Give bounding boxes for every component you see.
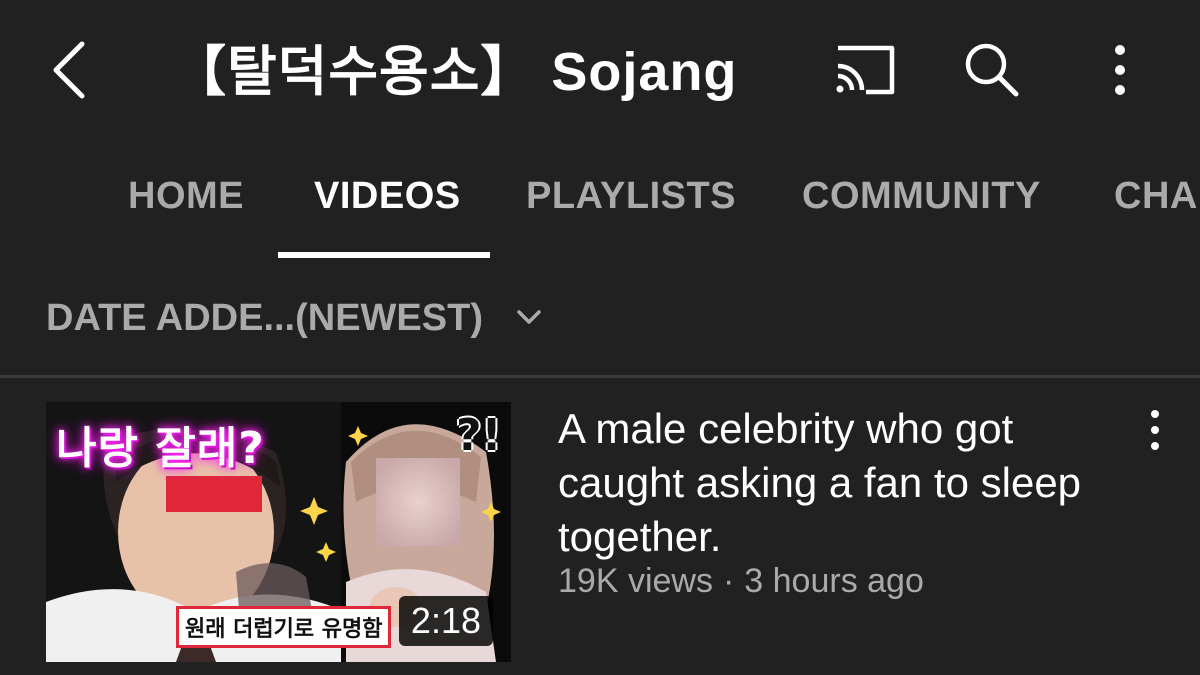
more-vert-icon <box>1115 45 1125 95</box>
active-tab-indicator <box>278 252 490 258</box>
search-icon <box>965 43 1019 97</box>
video-meta: 19K views · 3 hours ago <box>558 560 924 602</box>
cast-button[interactable] <box>828 40 902 102</box>
thumbnail-overlay-mark: ?! <box>456 410 502 461</box>
video-more-options-button[interactable] <box>1138 406 1172 454</box>
sort-label: DATE ADDE...(NEWEST) <box>46 297 483 339</box>
more-options-button[interactable] <box>1100 38 1140 102</box>
tab-home[interactable]: HOME <box>128 150 244 260</box>
cast-icon <box>836 45 895 95</box>
tab-channels[interactable]: CHANNELS <box>1114 150 1200 260</box>
video-duration: 2:18 <box>398 596 493 646</box>
meta-separator: · <box>722 562 735 600</box>
search-button[interactable] <box>958 36 1026 104</box>
sort-dropdown[interactable]: DATE ADDE...(NEWEST) <box>46 288 542 348</box>
video-title[interactable]: A male celebrity who got caught asking a… <box>558 402 1098 564</box>
divider <box>0 375 1200 378</box>
channel-title: 【탈덕수용소】 Sojang <box>172 42 738 102</box>
channel-tabs: HOME VIDEOS PLAYLISTS COMMUNITY CHANNELS <box>0 150 1200 260</box>
back-button[interactable] <box>40 32 100 108</box>
tab-playlists[interactable]: PLAYLISTS <box>526 150 736 260</box>
upload-age: 3 hours ago <box>744 562 924 600</box>
thumbnail-overlay-text: 나랑 잘래? <box>56 423 265 474</box>
more-vert-icon <box>1151 410 1159 450</box>
arrow-back-icon <box>53 41 85 99</box>
thumbnail-caption: 원래 더럽기로 유명함 <box>176 606 392 648</box>
chevron-down-icon <box>516 310 541 324</box>
view-count: 19K views <box>558 562 713 600</box>
tab-videos[interactable]: VIDEOS <box>314 150 461 260</box>
tab-community[interactable]: COMMUNITY <box>802 150 1041 260</box>
video-thumbnail[interactable]: 나랑 잘래? ?! 원래 더럽기로 유명함 2:18 <box>46 402 511 662</box>
